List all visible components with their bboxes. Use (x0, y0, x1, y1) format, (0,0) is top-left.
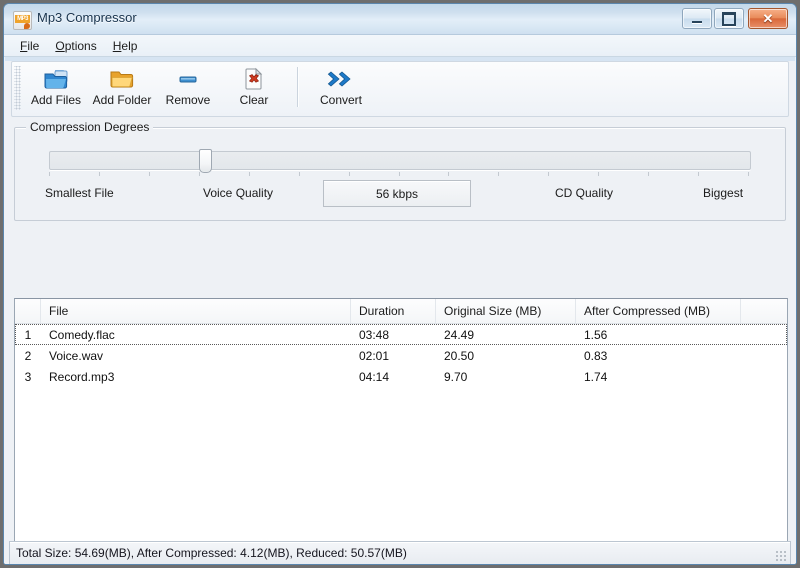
toolbar-separator (297, 67, 298, 107)
column-header-number[interactable] (15, 299, 41, 323)
file-list-header: File Duration Original Size (MB) After C… (15, 299, 787, 324)
window-title: Mp3 Compressor (37, 10, 137, 25)
cell-duration: 02:01 (359, 348, 390, 363)
convert-button[interactable]: Convert (308, 62, 374, 112)
column-header-extra[interactable] (741, 299, 787, 323)
cell-file: Record.mp3 (49, 369, 115, 384)
minimize-icon (683, 9, 711, 28)
slider-tick (99, 172, 100, 176)
toolbar: Add Files Add Folder Remove Clear Conver… (11, 61, 789, 117)
table-row[interactable]: 2 Voice.wav 02:01 20.50 0.83 (15, 345, 787, 366)
compression-slider-thumb[interactable] (199, 149, 212, 173)
cell-original: 9.70 (444, 369, 468, 384)
group-legend: Compression Degrees (26, 120, 154, 134)
cell-original: 20.50 (444, 348, 475, 363)
label-voice-quality: Voice Quality (203, 186, 274, 200)
add-files-folder-icon (43, 66, 69, 92)
menu-bar: File Options Help (4, 35, 796, 57)
slider-tick (598, 172, 599, 176)
mp3-icon: MP3 (13, 11, 32, 30)
slider-tick (648, 172, 649, 176)
cell-original: 24.49 (444, 327, 475, 342)
cell-file: Voice.wav (49, 348, 104, 363)
cell-num: 3 (24, 369, 32, 384)
clear-document-x-icon (242, 66, 266, 92)
convert-double-chevron-icon (327, 66, 355, 92)
maximize-button[interactable] (714, 8, 744, 29)
maximize-icon (715, 9, 743, 28)
menu-help[interactable]: Help (105, 37, 146, 55)
cell-compressed: 0.83 (584, 348, 608, 363)
minimize-button[interactable] (682, 8, 712, 29)
file-list[interactable]: File Duration Original Size (MB) After C… (14, 298, 788, 564)
column-header-original[interactable]: Original Size (MB) (436, 299, 576, 323)
resize-grip-icon[interactable] (775, 550, 787, 562)
slider-tick (249, 172, 250, 176)
add-files-label: Add Files (30, 93, 82, 107)
add-files-button[interactable]: Add Files (23, 62, 89, 112)
label-biggest: Biggest (703, 186, 744, 200)
close-icon: ✕ (762, 11, 774, 26)
cell-duration: 03:48 (359, 327, 390, 342)
slider-tick (399, 172, 400, 176)
label-cd-quality: CD Quality (555, 186, 614, 200)
column-header-duration[interactable]: Duration (351, 299, 436, 323)
compression-slider[interactable] (49, 149, 751, 173)
cell-compressed: 1.74 (584, 369, 608, 384)
remove-label: Remove (165, 93, 211, 107)
clear-button[interactable]: Clear (221, 62, 287, 112)
slider-tick (299, 172, 300, 176)
menu-options[interactable]: Options (47, 37, 104, 55)
table-row[interactable]: 3 Record.mp3 04:14 9.70 1.74 (15, 366, 787, 387)
slider-tick (349, 172, 350, 176)
table-row[interactable]: 1 Comedy.flac 03:48 24.49 1.56 (15, 324, 787, 345)
clear-label: Clear (239, 93, 269, 107)
slider-tick (448, 172, 449, 176)
slider-tick (149, 172, 150, 176)
compression-degrees-group: Compression Degrees Smallest File Voice … (14, 120, 786, 221)
cell-compressed: 1.56 (584, 327, 608, 342)
status-text: Total Size: 54.69(MB), After Compressed:… (16, 546, 407, 560)
slider-tick (698, 172, 699, 176)
cell-file: Comedy.flac (49, 327, 115, 342)
add-folder-label: Add Folder (92, 93, 152, 107)
convert-label: Convert (319, 93, 363, 107)
column-header-compressed[interactable]: After Compressed (MB) (576, 299, 741, 323)
remove-button[interactable]: Remove (155, 62, 221, 112)
slider-tick (548, 172, 549, 176)
label-smallest-file: Smallest File (45, 186, 114, 200)
compression-slider-ticks (49, 172, 749, 178)
slider-tick (498, 172, 499, 176)
bitrate-display: 56 kbps (323, 180, 471, 207)
cell-num: 1 (24, 327, 32, 342)
column-header-file[interactable]: File (41, 299, 351, 323)
status-bar: Total Size: 54.69(MB), After Compressed:… (9, 541, 791, 564)
toolbar-grip[interactable] (14, 66, 21, 110)
close-button[interactable]: ✕ (748, 8, 788, 29)
slider-tick (748, 172, 749, 176)
client-area: Add Files Add Folder Remove Clear Conver… (4, 61, 796, 564)
menu-file[interactable]: File (12, 37, 47, 55)
add-folder-icon (109, 66, 135, 92)
remove-dash-icon (177, 66, 199, 92)
application-window: MP3 Mp3 Compressor ✕ File Options Help A… (3, 3, 797, 565)
file-list-body: 1 Comedy.flac 03:48 24.49 1.56 2 Voice.wav 02:0… (15, 324, 787, 387)
slider-tick (49, 172, 50, 176)
cell-duration: 04:14 (359, 369, 390, 384)
slider-tick (199, 172, 200, 176)
title-bar[interactable]: MP3 Mp3 Compressor ✕ (4, 4, 796, 35)
cell-num: 2 (24, 348, 32, 363)
add-folder-button[interactable]: Add Folder (89, 62, 155, 112)
